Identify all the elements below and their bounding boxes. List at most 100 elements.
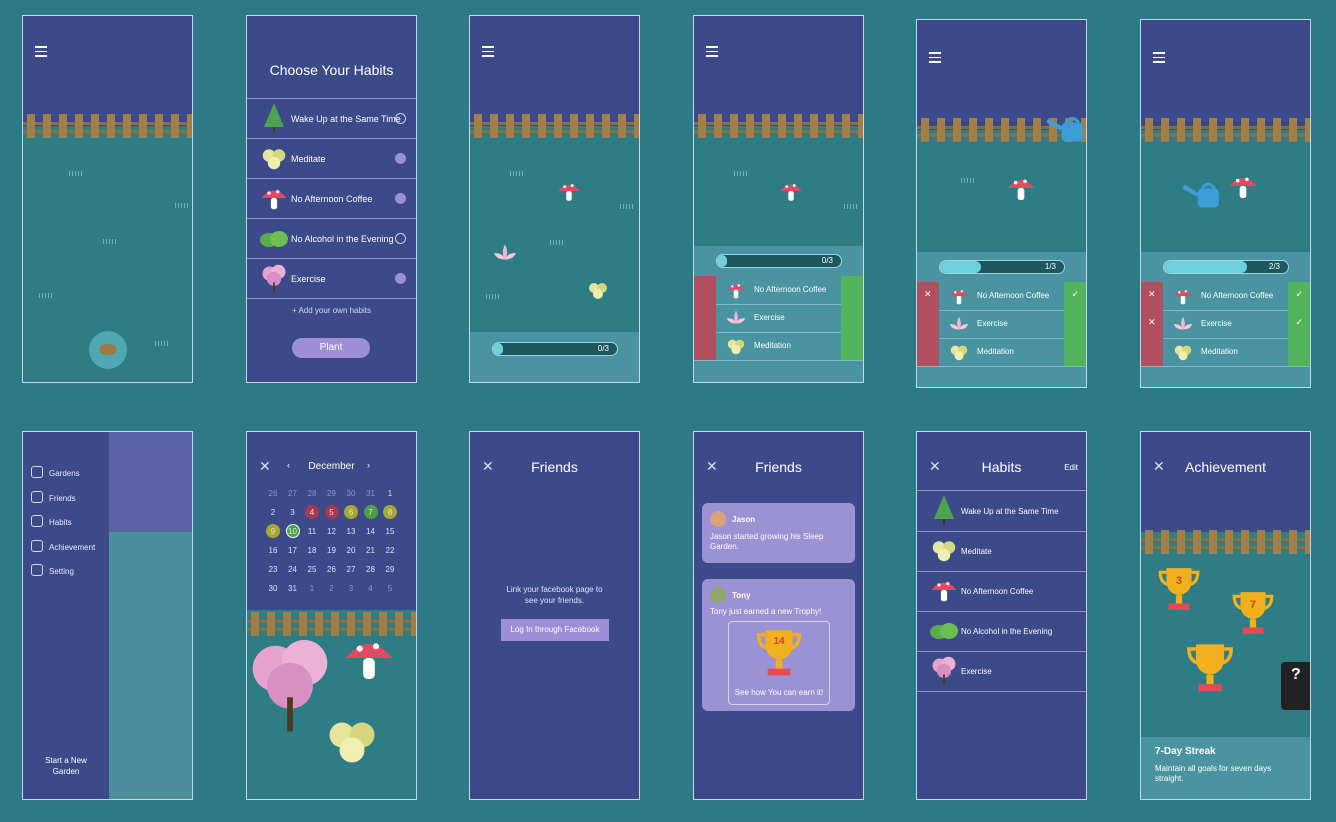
menu-icon[interactable] [1153,52,1165,66]
mark-missed-button[interactable] [917,338,939,366]
habit-row[interactable]: Exercise [917,651,1086,692]
calendar-day[interactable]: 21 [363,546,379,555]
calendar-day[interactable]: 3 [285,508,301,517]
calendar-day[interactable]: 15 [382,527,398,536]
habit-option[interactable]: No Afternoon Coffee [247,179,416,219]
calendar-day[interactable]: 11 [304,527,320,536]
tracker-row[interactable]: ✕ ✓ No Afternoon Coffee [917,282,1086,311]
calendar-day[interactable]: 26 [324,565,340,574]
mark-missed-button[interactable] [694,304,716,332]
seed-button[interactable] [89,331,127,369]
plant-button[interactable]: Plant [292,338,370,358]
calendar-day[interactable]: 16 [265,546,281,555]
calendar-day[interactable]: 4 [363,584,379,593]
add-habit-link[interactable]: + Add your own habits [247,306,416,315]
menu-item-setting[interactable]: Setting [31,564,74,576]
facebook-login-button[interactable]: Log In through Facebook [501,619,609,641]
calendar-day[interactable]: 26 [265,489,281,498]
habit-checkbox[interactable] [395,273,406,284]
habit-checkbox[interactable] [395,113,406,124]
menu-item-friends[interactable]: Friends [31,490,76,503]
habit-option[interactable]: Exercise [247,259,416,299]
mark-missed-button[interactable] [917,310,939,338]
habit-checkbox[interactable] [395,233,406,244]
calendar-day[interactable]: 31 [285,584,301,593]
tracker-row[interactable]: Meditation [917,338,1086,367]
habit-option[interactable]: Meditate [247,139,416,179]
calendar-day[interactable]: 23 [265,565,281,574]
mark-done-button[interactable] [1288,338,1310,366]
new-garden-link[interactable]: Start a New Garden [23,755,109,777]
habit-row[interactable]: No Alcohol in the Evening [917,611,1086,652]
locked-trophy[interactable]: ? [1281,662,1310,710]
menu-item-gardens[interactable]: Gardens [31,466,80,478]
habit-row[interactable]: Wake Up at the Same Time [917,491,1086,532]
mark-done-button[interactable] [841,332,863,360]
calendar-day[interactable]: 10 [285,527,301,536]
menu-item-habits[interactable]: Habits [31,515,72,527]
tracker-row[interactable]: Exercise [694,304,863,333]
calendar-day[interactable]: 30 [265,584,281,593]
habit-option[interactable]: No Alcohol in the Evening [247,219,416,259]
tracker-row[interactable]: No Afternoon Coffee [694,276,863,305]
feed-card[interactable]: Jason Jason started growing his Sleep Ga… [702,503,855,563]
habit-checkbox[interactable] [395,153,406,164]
habit-row[interactable]: Meditate [917,531,1086,572]
menu-icon[interactable] [482,46,494,60]
calendar-day[interactable]: 1 [382,489,398,498]
calendar-day[interactable]: 27 [285,489,301,498]
calendar-day[interactable]: 3 [343,584,359,593]
calendar-day[interactable]: 9 [265,527,281,536]
habit-option[interactable]: Wake Up at the Same Time [247,99,416,139]
mark-done-button[interactable] [841,304,863,332]
mark-missed-button[interactable] [694,276,716,304]
calendar-day[interactable]: 7 [363,508,379,517]
feed-card[interactable]: Tony Tony just earned a new Trophy! 14 S… [702,579,855,711]
calendar-day[interactable]: 17 [285,546,301,555]
calendar-day[interactable]: 28 [304,489,320,498]
mark-missed-button[interactable] [694,332,716,360]
tracker-row[interactable]: Meditation [1141,338,1310,367]
calendar-day[interactable]: 5 [382,584,398,593]
calendar-day[interactable]: 24 [285,565,301,574]
calendar-day[interactable]: 19 [324,546,340,555]
calendar-day[interactable]: 31 [363,489,379,498]
calendar-day[interactable]: 12 [324,527,340,536]
tracker-row[interactable]: ✕ ✓ No Afternoon Coffee [1141,282,1310,311]
calendar-day[interactable]: 2 [265,508,281,517]
calendar-day[interactable]: 8 [382,508,398,517]
habit-row[interactable]: No Afternoon Coffee [917,571,1086,612]
calendar-day[interactable]: 27 [343,565,359,574]
calendar-day[interactable]: 4 [304,508,320,517]
menu-icon[interactable] [929,52,941,66]
calendar-day[interactable]: 2 [324,584,340,593]
mark-done-button[interactable] [841,276,863,304]
tracker-row[interactable]: Meditation [694,332,863,361]
menu-icon[interactable] [706,46,718,60]
trophy-seed[interactable] [1185,642,1235,696]
calendar-day[interactable]: 28 [363,565,379,574]
trophy-card[interactable]: 14 See how You can earn it! [728,621,830,705]
calendar-day[interactable]: 29 [324,489,340,498]
calendar-day[interactable]: 25 [304,565,320,574]
menu-item-achievement[interactable]: Achievement [31,539,95,552]
menu-icon[interactable] [35,46,47,60]
calendar-day[interactable]: 14 [363,527,379,536]
next-month-icon[interactable]: › [367,460,370,470]
calendar-day[interactable]: 18 [304,546,320,555]
mark-done-button[interactable] [1064,310,1086,338]
calendar-day[interactable]: 22 [382,546,398,555]
calendar-day[interactable]: 5 [324,508,340,517]
tracker-row[interactable]: ✕ ✓ Exercise [1141,310,1310,339]
calendar-day[interactable]: 1 [304,584,320,593]
calendar-day[interactable]: 6 [343,508,359,517]
calendar-day[interactable]: 13 [343,527,359,536]
calendar-day[interactable]: 20 [343,546,359,555]
trophy-3[interactable]: 3 [1157,566,1201,614]
calendar-day[interactable]: 30 [343,489,359,498]
tracker-row[interactable]: Exercise [917,310,1086,339]
mark-done-button[interactable] [1064,338,1086,366]
edit-button[interactable]: Edit [1064,463,1078,472]
habit-checkbox[interactable] [395,193,406,204]
mark-missed-button[interactable] [1141,338,1163,366]
